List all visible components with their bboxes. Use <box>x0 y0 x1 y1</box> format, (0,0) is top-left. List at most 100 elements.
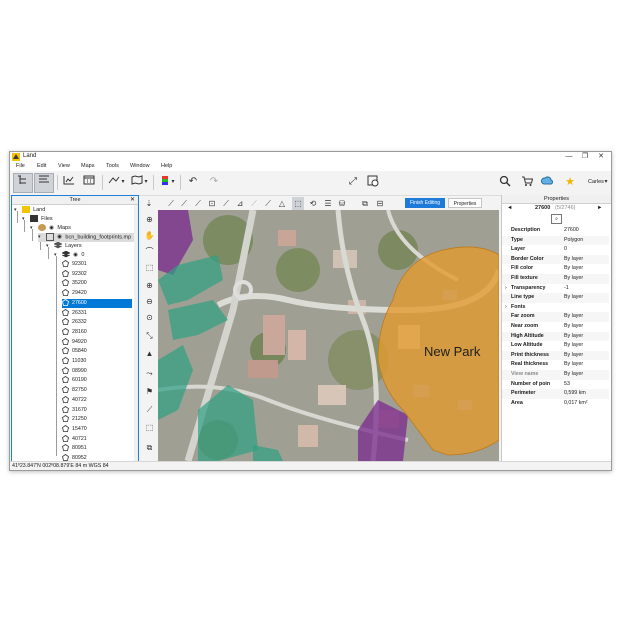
property-row[interactable]: Real thickness By layer <box>502 360 609 370</box>
compass-icon[interactable]: ⊕ <box>143 214 156 226</box>
expand-icon[interactable]: › <box>505 284 507 294</box>
chart-icon[interactable] <box>62 175 76 189</box>
delete-vertex-icon[interactable]: ⟋ <box>248 197 260 210</box>
property-value[interactable]: By layer <box>564 322 583 332</box>
select-rect-icon[interactable]: ⬚ <box>143 422 156 434</box>
property-row[interactable]: Print thickness By layer <box>502 350 609 361</box>
select-area-icon[interactable]: ⬚ <box>292 197 304 210</box>
property-row[interactable]: Low Altitude By layer <box>502 341 609 351</box>
layer-item[interactable]: 31670 <box>62 405 132 416</box>
tree-node-map-file[interactable]: ▾ ◉ bcn_building_footprints.mp ✕ <box>38 233 138 242</box>
property-value[interactable]: By layer <box>564 312 583 322</box>
property-value[interactable]: -1 <box>564 284 569 294</box>
draw-arc-icon[interactable]: ⟋ <box>192 197 204 210</box>
collapse-icon[interactable]: ▾ <box>38 233 44 242</box>
property-row[interactable]: Border Color By layer <box>502 254 609 265</box>
property-value[interactable]: By layer <box>564 351 583 361</box>
layer-item[interactable]: 28160 <box>62 328 132 338</box>
user-name[interactable]: Carles <box>588 179 604 185</box>
property-row[interactable]: Line type By layer <box>502 293 609 303</box>
collapse-icon[interactable]: ▾ <box>14 206 20 215</box>
tree-scrollbar[interactable] <box>134 205 138 461</box>
zoom-window-icon[interactable]: ⬚ <box>143 262 156 274</box>
property-row[interactable]: High Altitude By layer <box>502 331 609 342</box>
ruler-icon[interactable]: ⟋ <box>143 404 156 416</box>
property-row[interactable]: › Fonts <box>502 303 609 313</box>
chevron-down-icon[interactable]: ▾ <box>143 175 149 189</box>
draw-polyline-icon[interactable]: ⟋ <box>178 197 190 210</box>
property-row[interactable]: Far zoom By layer <box>502 312 609 322</box>
route-tool-icon[interactable]: ⤳ <box>143 368 156 380</box>
next-icon[interactable]: ► <box>597 204 602 213</box>
flag-icon[interactable]: ⚑ <box>143 386 156 398</box>
list-view-icon[interactable] <box>34 173 54 193</box>
map-view[interactable]: New Park <box>158 210 499 461</box>
collapse-icon[interactable]: ▾ <box>54 251 60 260</box>
property-row[interactable]: View name By layer <box>502 370 609 380</box>
collapse-icon[interactable]: ▾ <box>46 242 52 251</box>
split-icon[interactable]: ⟋ <box>262 197 274 210</box>
property-row[interactable]: Area 0,017 km² <box>502 399 609 409</box>
property-value[interactable]: 27600 <box>564 226 579 236</box>
eye-icon[interactable]: ◉ <box>57 234 62 240</box>
layer-item[interactable]: 92301 <box>62 260 132 270</box>
star-icon[interactable]: ★ <box>563 175 577 189</box>
tree-node-layers[interactable]: ▾ Layers <box>46 241 82 251</box>
pan-hand-icon[interactable]: ✋ <box>143 230 156 242</box>
layer-item[interactable]: 27600 <box>62 298 132 309</box>
layer-item[interactable]: 29420 <box>62 289 132 299</box>
chevron-down-icon[interactable]: ▾ <box>120 175 126 189</box>
layer-item[interactable]: 60190 <box>62 376 132 386</box>
edit-pointer-icon[interactable]: ⇣ <box>143 197 155 210</box>
property-value[interactable]: By layer <box>564 370 583 380</box>
expand-icon[interactable]: › <box>505 303 507 313</box>
layer-item[interactable]: 40722 <box>62 395 132 406</box>
layer-item[interactable]: 11030 <box>62 357 132 367</box>
layer-item[interactable]: 21250 <box>62 415 132 425</box>
property-row[interactable]: Near zoom By layer <box>502 322 609 332</box>
menu-help[interactable]: Help <box>161 163 172 169</box>
screenshot-icon[interactable]: ⧉ <box>143 442 156 454</box>
layer-item[interactable]: 26332 <box>62 318 132 328</box>
tree-view-icon[interactable] <box>13 173 33 193</box>
property-row[interactable]: › Transparency -1 <box>502 284 609 294</box>
layer-item[interactable]: 94920 <box>62 337 132 348</box>
property-value[interactable]: By layer <box>564 264 583 274</box>
tree-node-layer-0[interactable]: ▾ ◉ 0 <box>54 250 84 260</box>
menu-tools[interactable]: Tools <box>106 163 119 169</box>
property-value[interactable]: 53 <box>564 380 570 390</box>
property-value[interactable]: 0,599 km <box>564 389 586 399</box>
layer-item[interactable]: 40721 <box>62 434 132 445</box>
map-icon[interactable] <box>130 175 144 189</box>
search-icon[interactable] <box>498 175 512 189</box>
collapse-icon[interactable]: ▾ <box>22 215 28 224</box>
view-3d-icon[interactable]: ▲ <box>143 348 156 360</box>
move-vertex-icon[interactable]: ⟋ <box>220 197 232 210</box>
rotate-icon[interactable]: ⟲ <box>307 197 319 210</box>
property-row[interactable]: Type Polygon <box>502 235 609 246</box>
property-row[interactable]: Perimeter 0,599 km <box>502 389 609 399</box>
layer-item[interactable]: 15470 <box>62 425 132 435</box>
undo-icon[interactable]: ↶ <box>186 175 200 189</box>
property-row[interactable]: Fill texture By layer <box>502 274 609 284</box>
cart-icon[interactable] <box>520 175 534 189</box>
property-value[interactable]: By layer <box>564 341 583 351</box>
tree-node-maps[interactable]: ▾ ◉ Maps <box>30 224 71 233</box>
zoom-extent-icon[interactable]: ⤡ <box>143 330 156 342</box>
calendar-icon[interactable] <box>82 175 96 189</box>
menu-edit[interactable]: Edit <box>37 163 46 169</box>
cloud-sync-icon[interactable] <box>540 175 554 189</box>
maximize-button[interactable]: ❐ <box>578 152 592 162</box>
paste-icon[interactable]: ⊟ <box>374 197 386 210</box>
chevron-down-icon[interactable]: ▾ <box>603 175 609 189</box>
zoom-out-icon[interactable]: ⊖ <box>143 296 156 308</box>
redo-icon[interactable]: ↷ <box>207 175 221 189</box>
menu-maps[interactable]: Maps <box>81 163 94 169</box>
layer-item[interactable]: 35200 <box>62 279 132 289</box>
finish-editing-button[interactable]: Finish Editing <box>405 198 445 208</box>
properties-button[interactable]: Properties <box>448 198 482 208</box>
edit-segment-icon[interactable]: ⊿ <box>234 197 246 210</box>
zoom-search-icon[interactable]: ⊙ <box>143 312 156 324</box>
minimize-button[interactable]: — <box>562 152 576 162</box>
map-settings-icon[interactable] <box>366 175 380 189</box>
